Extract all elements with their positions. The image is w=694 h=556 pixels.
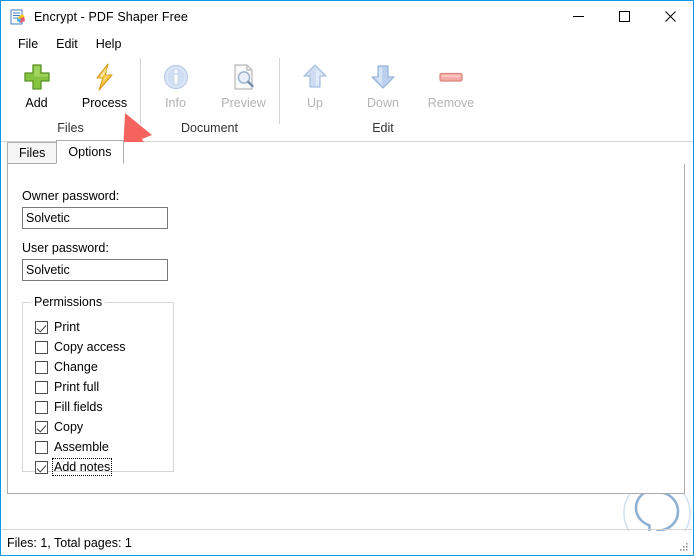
application-window: Encrypt - PDF Shaper Free File Edit Help… (0, 0, 694, 556)
checkbox-row-fill-fields[interactable]: Fill fields (35, 399, 103, 415)
toolbar-label-remove: Remove (427, 96, 475, 110)
toolbar-button-preview[interactable]: Preview (210, 55, 278, 117)
menu-bar: File Edit Help (1, 32, 693, 55)
toolbar-button-add[interactable]: Add (3, 55, 71, 117)
window-controls (555, 1, 693, 32)
toolbar-label-preview: Preview (221, 96, 266, 110)
owner-password-input[interactable] (22, 207, 168, 229)
permissions-group-title: Permissions (31, 295, 106, 309)
toolbar-button-up[interactable]: Up (281, 55, 349, 117)
tab-options-label: Options (68, 145, 112, 159)
checkbox-label-assemble: Assemble (54, 440, 109, 454)
toolbar-label-down: Down (367, 96, 399, 110)
toolbar-button-remove[interactable]: Remove (417, 55, 485, 117)
checkbox-label-copy-access: Copy access (54, 340, 126, 354)
checkbox-row-copy-access[interactable]: Copy access (35, 339, 126, 355)
toolbar-button-info[interactable]: Info (142, 55, 210, 117)
checkbox-label-add-notes: Add notes (51, 458, 113, 476)
toolbar-button-down[interactable]: Down (349, 55, 417, 117)
minus-bar-icon (435, 61, 467, 93)
checkbox-row-copy[interactable]: Copy (35, 419, 83, 435)
permissions-group: Permissions Print Copy access Change Pri… (22, 295, 174, 476)
status-bar: Files: 1, Total pages: 1 (2, 531, 692, 555)
options-tab-panel: Owner password: User password: Permissio… (7, 163, 685, 494)
checkbox-label-fill-fields: Fill fields (54, 400, 103, 414)
toolbar-label-process: Process (81, 96, 128, 110)
tab-options[interactable]: Options (56, 140, 124, 164)
toolbar-group-label-files: Files (57, 121, 84, 135)
tab-strip: Files Options (1, 140, 693, 164)
maximize-icon (618, 11, 630, 22)
checkbox-row-change[interactable]: Change (35, 359, 98, 375)
checkbox-assemble[interactable] (35, 440, 48, 454)
checkbox-row-print-full[interactable]: Print full (35, 379, 99, 395)
lightning-bolt-icon (89, 61, 121, 93)
plus-icon (21, 61, 53, 93)
checkbox-print[interactable] (35, 320, 48, 334)
status-text: Files: 1, Total pages: 1 (7, 536, 132, 550)
menu-item-help[interactable]: Help (87, 35, 131, 53)
close-icon (664, 11, 676, 22)
checkbox-label-copy: Copy (54, 420, 84, 434)
checkbox-row-print[interactable]: Print (35, 319, 80, 335)
info-circle-icon (160, 61, 192, 93)
document-magnifier-icon (228, 61, 260, 93)
maximize-button[interactable] (601, 1, 647, 32)
checkbox-copy[interactable] (35, 420, 48, 434)
tab-files-label: Files (19, 146, 46, 160)
checkbox-fill-fields[interactable] (35, 400, 48, 414)
toolbar-label-add: Add (25, 96, 48, 110)
toolbar-button-process[interactable]: Process (71, 55, 139, 117)
checkbox-label-print: Print (54, 320, 80, 334)
toolbar-group-edit: Up Down Remove Edit (279, 55, 487, 142)
owner-password-label: Owner password: (22, 189, 120, 203)
arrow-up-icon (299, 61, 331, 93)
resize-grip[interactable] (677, 540, 689, 552)
toolbar-group-label-edit: Edit (372, 121, 394, 135)
toolbar-label-info: Info (165, 96, 186, 110)
checkbox-label-print-full: Print full (54, 380, 100, 394)
arrow-down-icon (367, 61, 399, 93)
user-password-label: User password: (22, 241, 109, 255)
checkbox-change[interactable] (35, 360, 48, 374)
title-bar: Encrypt - PDF Shaper Free (1, 1, 693, 32)
user-password-input[interactable] (22, 259, 168, 281)
menu-item-file[interactable]: File (9, 35, 47, 53)
toolbar: Add Process Files Info Preview Document … (1, 55, 693, 142)
toolbar-label-up: Up (307, 96, 323, 110)
checkbox-label-change: Change (54, 360, 98, 374)
toolbar-group-files: Add Process Files (1, 55, 140, 142)
minimize-icon (572, 16, 584, 17)
status-bar-divider (2, 529, 692, 530)
checkbox-row-add-notes[interactable]: Add notes (35, 458, 113, 476)
checkbox-print-full[interactable] (35, 380, 48, 394)
checkbox-add-notes[interactable] (35, 460, 48, 474)
window-title: Encrypt - PDF Shaper Free (34, 9, 188, 24)
close-button[interactable] (647, 1, 693, 32)
minimize-button[interactable] (555, 1, 601, 32)
checkbox-copy-access[interactable] (35, 340, 48, 354)
toolbar-group-document: Info Preview Document (140, 55, 279, 142)
app-document-icon (10, 9, 26, 25)
toolbar-group-label-document: Document (181, 121, 238, 135)
tab-files[interactable]: Files (7, 142, 58, 164)
menu-item-edit[interactable]: Edit (47, 35, 87, 53)
checkbox-row-assemble[interactable]: Assemble (35, 439, 109, 455)
